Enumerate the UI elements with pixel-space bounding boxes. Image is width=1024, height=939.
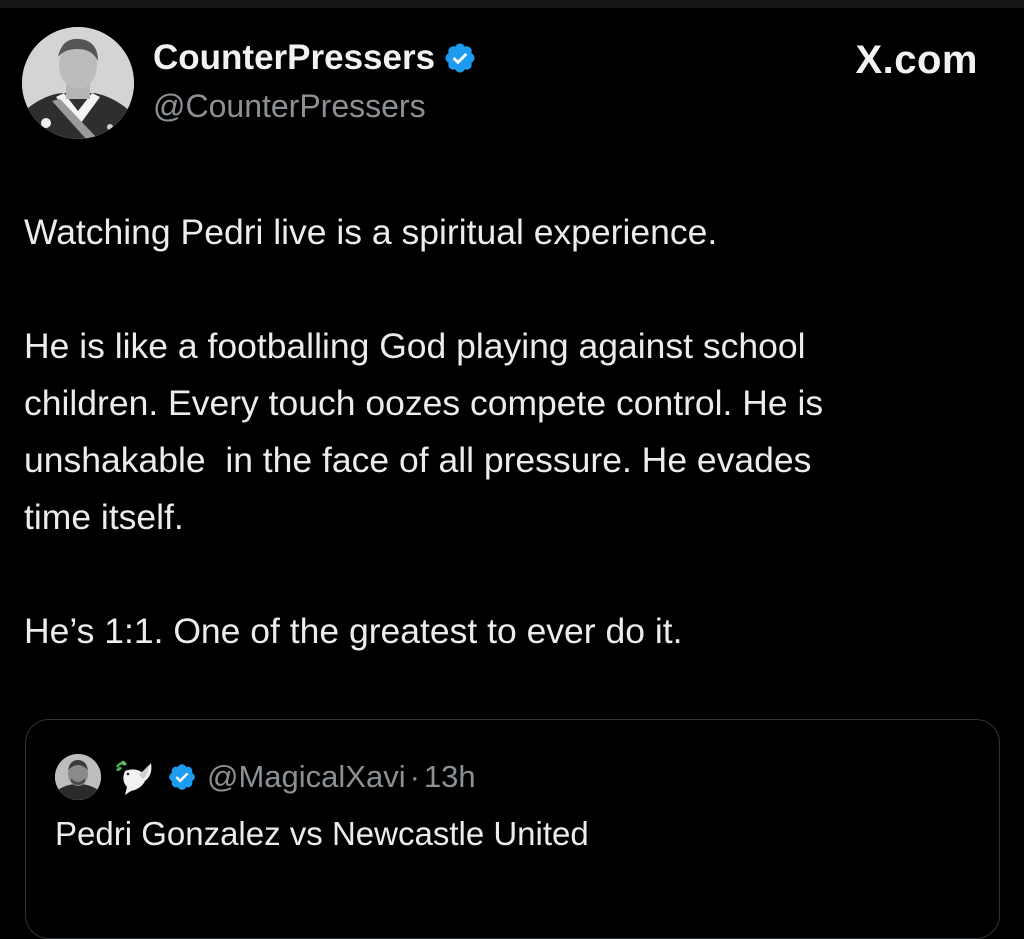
tweet-paragraph: He’s 1:1. One of the greatest to ever do…: [24, 611, 683, 651]
dove-with-olive-branch-icon: [113, 757, 155, 797]
verified-badge-icon: [443, 41, 477, 75]
quoted-verified-badge-icon: [167, 762, 197, 792]
tweet-paragraph: Watching Pedri live is a spiritual exper…: [24, 212, 718, 252]
author-handle[interactable]: @CounterPressers: [153, 88, 426, 125]
quoted-tweet-timestamp[interactable]: 13h: [424, 759, 476, 795]
portrait-icon: [22, 27, 134, 139]
quoted-author-handle[interactable]: @MagicalXavi: [207, 759, 406, 795]
source-label: X.com: [855, 38, 978, 82]
author-name-text: CounterPressers: [153, 38, 436, 77]
quoted-author-avatar[interactable]: [55, 754, 101, 800]
profile-photo-icon: [55, 754, 101, 800]
quoted-tweet-header: @MagicalXavi · 13h: [55, 754, 476, 800]
quoted-tweet-card[interactable]: @MagicalXavi · 13h Pedri Gonzalez vs New…: [25, 719, 1000, 939]
author-display-name[interactable]: CounterPressers: [153, 38, 477, 78]
author-avatar[interactable]: [22, 27, 134, 139]
quoted-tweet-text: Pedri Gonzalez vs Newcastle United: [55, 815, 589, 852]
meta-separator: ·: [409, 759, 420, 794]
tweet-paragraph: He is like a footballing God playing aga…: [24, 326, 824, 537]
tweet-body: Watching Pedri live is a spiritual exper…: [24, 204, 1000, 660]
top-status-strip: [0, 0, 1024, 8]
